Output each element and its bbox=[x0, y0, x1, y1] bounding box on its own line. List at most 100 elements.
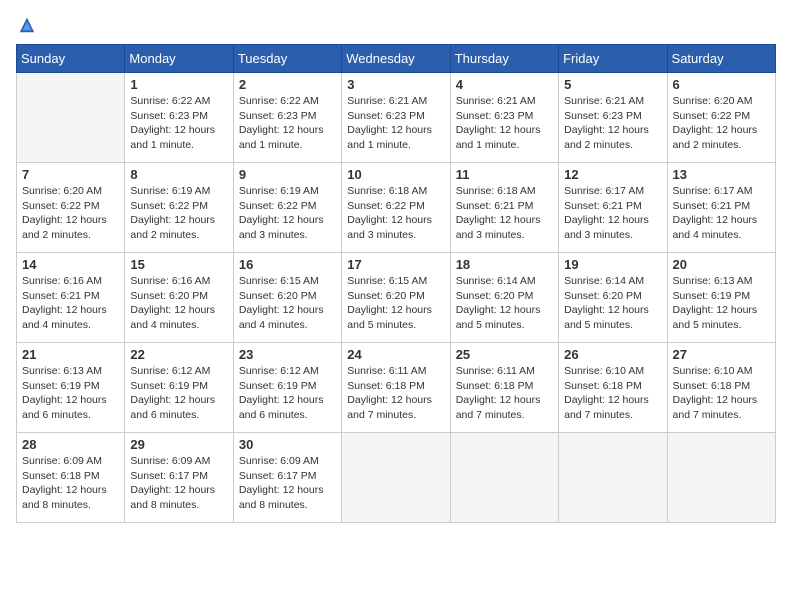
calendar-cell: 20 Sunrise: 6:13 AM Sunset: 6:19 PM Dayli… bbox=[667, 253, 775, 343]
day-number: 12 bbox=[564, 167, 661, 182]
calendar-week-2: 7 Sunrise: 6:20 AM Sunset: 6:22 PM Daylig… bbox=[17, 163, 776, 253]
day-number: 20 bbox=[673, 257, 770, 272]
calendar-cell: 23 Sunrise: 6:12 AM Sunset: 6:19 PM Dayli… bbox=[233, 343, 341, 433]
day-number: 1 bbox=[130, 77, 227, 92]
calendar-header-friday: Friday bbox=[559, 45, 667, 73]
calendar-cell: 26 Sunrise: 6:10 AM Sunset: 6:18 PM Dayli… bbox=[559, 343, 667, 433]
day-number: 26 bbox=[564, 347, 661, 362]
day-info: Sunrise: 6:17 AM Sunset: 6:21 PM Dayligh… bbox=[564, 184, 661, 243]
day-number: 11 bbox=[456, 167, 553, 182]
day-info: Sunrise: 6:12 AM Sunset: 6:19 PM Dayligh… bbox=[239, 364, 336, 423]
day-number: 13 bbox=[673, 167, 770, 182]
calendar-cell: 5 Sunrise: 6:21 AM Sunset: 6:23 PM Daylig… bbox=[559, 73, 667, 163]
day-number: 8 bbox=[130, 167, 227, 182]
day-number: 18 bbox=[456, 257, 553, 272]
calendar-cell: 21Sunrise: 6:13 AM Sunset: 6:19 PM Dayli… bbox=[17, 343, 125, 433]
calendar-cell: 4 Sunrise: 6:21 AM Sunset: 6:23 PM Daylig… bbox=[450, 73, 558, 163]
day-number: 17 bbox=[347, 257, 444, 272]
calendar-week-3: 14 Sunrise: 6:16 AM Sunset: 6:21 PM Dayli… bbox=[17, 253, 776, 343]
day-info: Sunrise: 6:21 AM Sunset: 6:23 PM Dayligh… bbox=[456, 94, 553, 153]
day-info: Sunrise: 6:20 AM Sunset: 6:22 PM Dayligh… bbox=[22, 184, 119, 243]
day-number: 16 bbox=[239, 257, 336, 272]
day-number: 24 bbox=[347, 347, 444, 362]
day-number: 22 bbox=[130, 347, 227, 362]
day-number: 6 bbox=[673, 77, 770, 92]
calendar-cell bbox=[450, 433, 558, 523]
calendar-header-saturday: Saturday bbox=[667, 45, 775, 73]
day-number: 7 bbox=[22, 167, 119, 182]
day-number: 4 bbox=[456, 77, 553, 92]
calendar-table: SundayMondayTuesdayWednesdayThursdayFrid… bbox=[16, 44, 776, 523]
calendar-cell: 9Sunrise: 6:19 AM Sunset: 6:22 PM Daylig… bbox=[233, 163, 341, 253]
day-info: Sunrise: 6:10 AM Sunset: 6:18 PM Dayligh… bbox=[564, 364, 661, 423]
calendar-header-tuesday: Tuesday bbox=[233, 45, 341, 73]
day-info: Sunrise: 6:16 AM Sunset: 6:20 PM Dayligh… bbox=[130, 274, 227, 333]
day-info: Sunrise: 6:11 AM Sunset: 6:18 PM Dayligh… bbox=[456, 364, 553, 423]
calendar-cell: 15 Sunrise: 6:16 AM Sunset: 6:20 PM Dayli… bbox=[125, 253, 233, 343]
day-info: Sunrise: 6:18 AM Sunset: 6:21 PM Dayligh… bbox=[456, 184, 553, 243]
day-info: Sunrise: 6:09 AM Sunset: 6:17 PM Dayligh… bbox=[239, 454, 336, 513]
day-info: Sunrise: 6:16 AM Sunset: 6:21 PM Dayligh… bbox=[22, 274, 119, 333]
calendar-week-1: 1 Sunrise: 6:22 AM Sunset: 6:23 PM Daylig… bbox=[17, 73, 776, 163]
calendar-cell: 17 Sunrise: 6:15 AM Sunset: 6:20 PM Dayli… bbox=[342, 253, 450, 343]
day-number: 30 bbox=[239, 437, 336, 452]
calendar-cell bbox=[559, 433, 667, 523]
day-info: Sunrise: 6:21 AM Sunset: 6:23 PM Dayligh… bbox=[347, 94, 444, 153]
day-number: 21 bbox=[22, 347, 119, 362]
day-number: 5 bbox=[564, 77, 661, 92]
calendar-cell: 28 Sunrise: 6:09 AM Sunset: 6:18 PM Dayli… bbox=[17, 433, 125, 523]
calendar-header-monday: Monday bbox=[125, 45, 233, 73]
calendar-cell: 13Sunrise: 6:17 AM Sunset: 6:21 PM Dayli… bbox=[667, 163, 775, 253]
calendar-cell bbox=[667, 433, 775, 523]
day-info: Sunrise: 6:19 AM Sunset: 6:22 PM Dayligh… bbox=[239, 184, 336, 243]
calendar-cell bbox=[342, 433, 450, 523]
day-info: Sunrise: 6:22 AM Sunset: 6:23 PM Dayligh… bbox=[130, 94, 227, 153]
calendar-cell bbox=[17, 73, 125, 163]
day-number: 10 bbox=[347, 167, 444, 182]
day-info: Sunrise: 6:15 AM Sunset: 6:20 PM Dayligh… bbox=[347, 274, 444, 333]
calendar-week-5: 28 Sunrise: 6:09 AM Sunset: 6:18 PM Dayli… bbox=[17, 433, 776, 523]
day-number: 23 bbox=[239, 347, 336, 362]
day-number: 3 bbox=[347, 77, 444, 92]
day-info: Sunrise: 6:19 AM Sunset: 6:22 PM Dayligh… bbox=[130, 184, 227, 243]
calendar-cell: 25 Sunrise: 6:11 AM Sunset: 6:18 PM Dayli… bbox=[450, 343, 558, 433]
day-info: Sunrise: 6:11 AM Sunset: 6:18 PM Dayligh… bbox=[347, 364, 444, 423]
calendar-cell: 8 Sunrise: 6:19 AM Sunset: 6:22 PM Daylig… bbox=[125, 163, 233, 253]
calendar-week-4: 21Sunrise: 6:13 AM Sunset: 6:19 PM Dayli… bbox=[17, 343, 776, 433]
day-info: Sunrise: 6:13 AM Sunset: 6:19 PM Dayligh… bbox=[673, 274, 770, 333]
day-number: 28 bbox=[22, 437, 119, 452]
calendar-header-thursday: Thursday bbox=[450, 45, 558, 73]
day-info: Sunrise: 6:09 AM Sunset: 6:18 PM Dayligh… bbox=[22, 454, 119, 513]
calendar-cell: 2Sunrise: 6:22 AM Sunset: 6:23 PM Daylig… bbox=[233, 73, 341, 163]
calendar-cell: 12 Sunrise: 6:17 AM Sunset: 6:21 PM Dayli… bbox=[559, 163, 667, 253]
day-info: Sunrise: 6:21 AM Sunset: 6:23 PM Dayligh… bbox=[564, 94, 661, 153]
day-info: Sunrise: 6:22 AM Sunset: 6:23 PM Dayligh… bbox=[239, 94, 336, 153]
day-info: Sunrise: 6:20 AM Sunset: 6:22 PM Dayligh… bbox=[673, 94, 770, 153]
page-header bbox=[16, 16, 776, 34]
calendar-cell: 1 Sunrise: 6:22 AM Sunset: 6:23 PM Daylig… bbox=[125, 73, 233, 163]
day-number: 15 bbox=[130, 257, 227, 272]
day-info: Sunrise: 6:14 AM Sunset: 6:20 PM Dayligh… bbox=[564, 274, 661, 333]
day-info: Sunrise: 6:12 AM Sunset: 6:19 PM Dayligh… bbox=[130, 364, 227, 423]
day-info: Sunrise: 6:14 AM Sunset: 6:20 PM Dayligh… bbox=[456, 274, 553, 333]
day-number: 27 bbox=[673, 347, 770, 362]
day-number: 14 bbox=[22, 257, 119, 272]
calendar-cell: 7 Sunrise: 6:20 AM Sunset: 6:22 PM Daylig… bbox=[17, 163, 125, 253]
day-number: 25 bbox=[456, 347, 553, 362]
day-info: Sunrise: 6:09 AM Sunset: 6:17 PM Dayligh… bbox=[130, 454, 227, 513]
logo bbox=[16, 16, 38, 34]
calendar-cell: 16Sunrise: 6:15 AM Sunset: 6:20 PM Dayli… bbox=[233, 253, 341, 343]
calendar-cell: 24 Sunrise: 6:11 AM Sunset: 6:18 PM Dayli… bbox=[342, 343, 450, 433]
calendar-header-sunday: Sunday bbox=[17, 45, 125, 73]
calendar-cell: 19Sunrise: 6:14 AM Sunset: 6:20 PM Dayli… bbox=[559, 253, 667, 343]
logo-icon bbox=[18, 16, 36, 34]
calendar-header-row: SundayMondayTuesdayWednesdayThursdayFrid… bbox=[17, 45, 776, 73]
calendar-cell: 18 Sunrise: 6:14 AM Sunset: 6:20 PM Dayli… bbox=[450, 253, 558, 343]
calendar-cell: 22 Sunrise: 6:12 AM Sunset: 6:19 PM Dayli… bbox=[125, 343, 233, 433]
calendar-cell: 14 Sunrise: 6:16 AM Sunset: 6:21 PM Dayli… bbox=[17, 253, 125, 343]
day-info: Sunrise: 6:10 AM Sunset: 6:18 PM Dayligh… bbox=[673, 364, 770, 423]
calendar-cell: 30 Sunrise: 6:09 AM Sunset: 6:17 PM Dayli… bbox=[233, 433, 341, 523]
calendar-cell: 3 Sunrise: 6:21 AM Sunset: 6:23 PM Daylig… bbox=[342, 73, 450, 163]
calendar-cell: 29Sunrise: 6:09 AM Sunset: 6:17 PM Dayli… bbox=[125, 433, 233, 523]
calendar-cell: 10Sunrise: 6:18 AM Sunset: 6:22 PM Dayli… bbox=[342, 163, 450, 253]
